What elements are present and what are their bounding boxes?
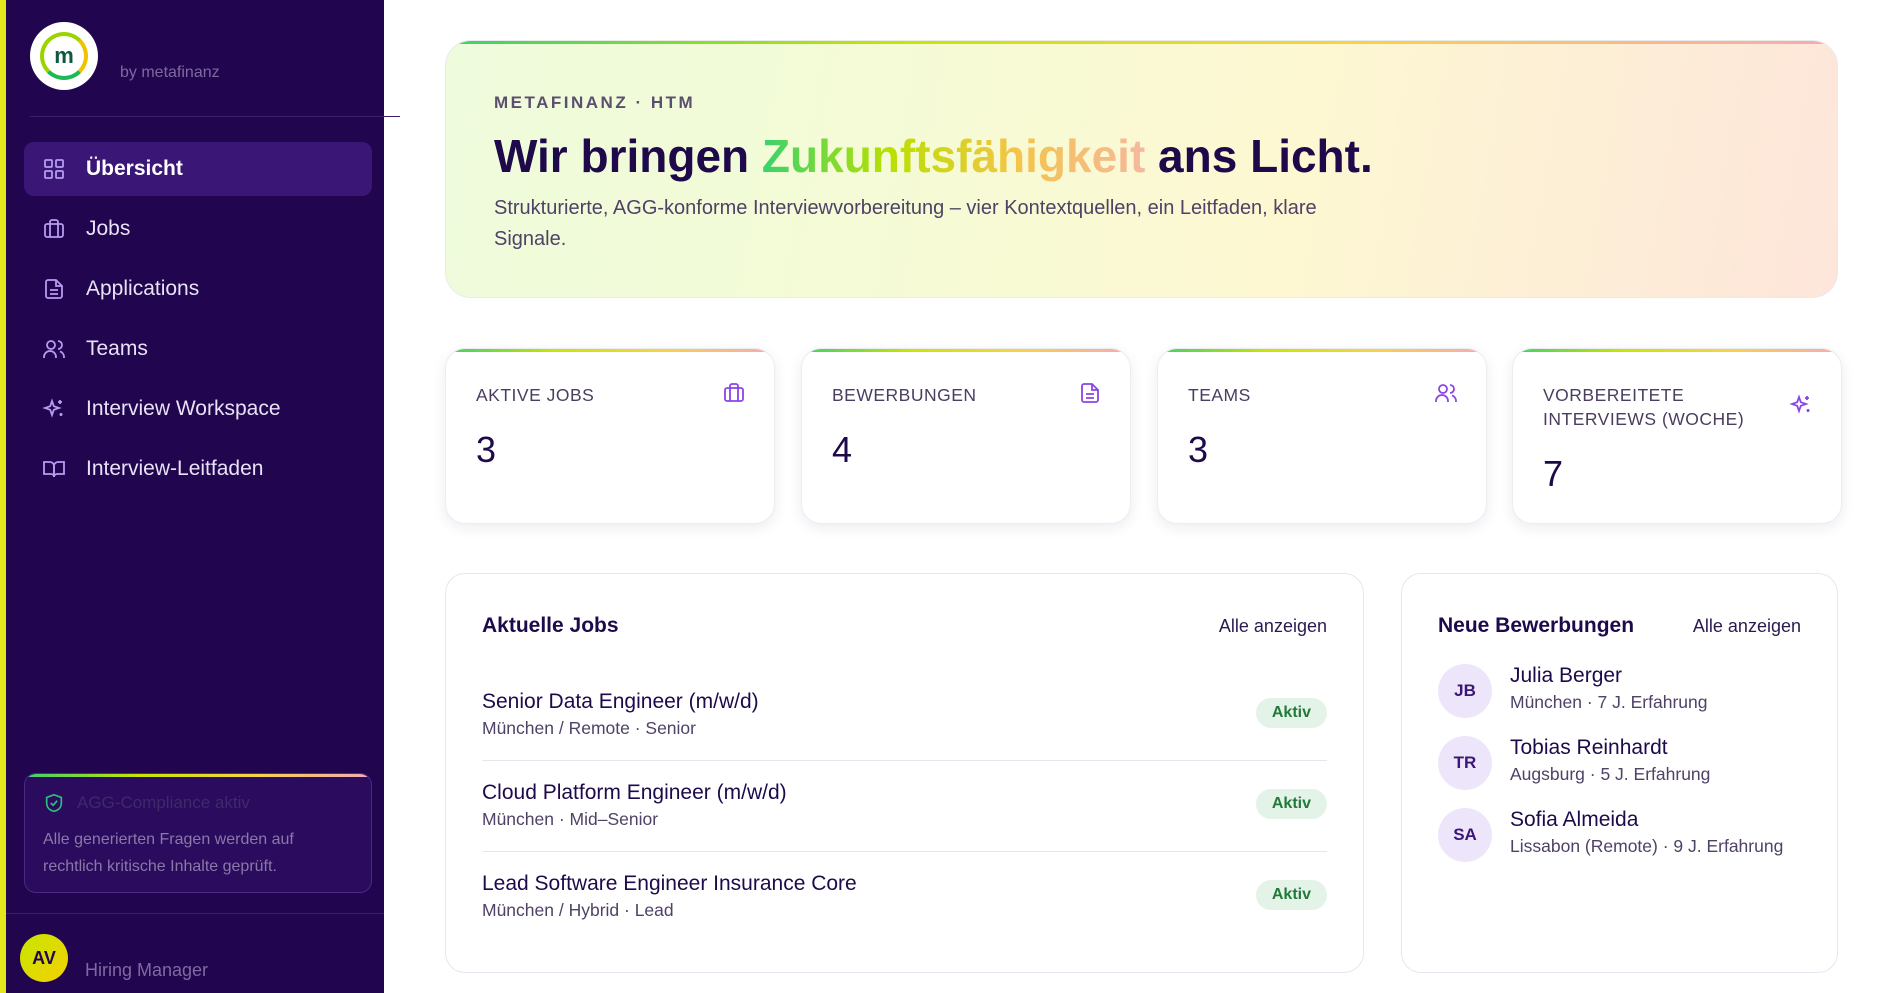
stat-value: 3 (1188, 429, 1209, 470)
list-item[interactable]: JB Julia Berger München · 7 J. Erfahrung (1438, 664, 1801, 724)
sidebar-item-applications[interactable]: Applications (24, 262, 372, 316)
sidebar-item-label: Interview-Leitfaden (86, 457, 264, 480)
sidebar-item-label: Interview Workspace (86, 397, 281, 420)
logo[interactable]: m (30, 22, 98, 90)
brand-subtitle: by metafinanz (120, 64, 220, 81)
sidebar-item-label: Teams (86, 337, 148, 360)
document-icon (1078, 381, 1102, 405)
sidebar-item-jobs[interactable]: Jobs (24, 202, 372, 256)
job-meta: München · Mid–Senior (482, 809, 659, 829)
applicant-meta: Augsburg · 5 J. Erfahrung (1510, 764, 1711, 784)
sidebar-item-label: Übersicht (86, 157, 183, 180)
status-badge: Aktiv (1255, 880, 1327, 910)
users-icon (1434, 381, 1458, 405)
avatar[interactable]: AV (20, 934, 68, 982)
briefcase-icon (722, 381, 746, 405)
applicant-name: Tobias Reinhardt (1510, 736, 1668, 759)
stat-card-vorbereitete-interviews[interactable]: VORBEREITETE INTERVIEWS (WOCHE) 7 (1512, 348, 1842, 524)
briefcase-icon (42, 217, 66, 241)
job-row[interactable]: Senior Data Engineer (m/w/d) München / R… (482, 670, 1327, 761)
panel-title: Aktuelle Jobs (482, 614, 619, 637)
stat-value: 7 (1543, 453, 1564, 494)
logo-mark: m (40, 32, 88, 80)
applicant-meta: Lissabon (Remote) · 9 J. Erfahrung (1510, 836, 1784, 856)
status-badge: Aktiv (1255, 698, 1327, 728)
main-nav: Übersicht Jobs Applications Teams Interv… (24, 142, 372, 502)
list-item[interactable]: SA Sofia Almeida Lissabon (Remote) · 9 J… (1438, 808, 1801, 868)
applicant-name: Julia Berger (1510, 664, 1623, 687)
applications-panel: Neue Bewerbungen Alle anzeigen JB Julia … (1401, 573, 1838, 973)
applicant-meta: München · 7 J. Erfahrung (1510, 692, 1708, 712)
applicant-name: Sofia Almeida (1510, 808, 1639, 831)
sparkles-icon (1789, 393, 1813, 417)
job-meta: München / Remote · Senior (482, 718, 696, 738)
show-all-jobs-link[interactable]: Alle anzeigen (1219, 616, 1327, 637)
job-title: Lead Software Engineer Insurance Core (482, 872, 857, 895)
sidebar-item-label: Applications (86, 277, 200, 300)
sidebar-item-uebersicht[interactable]: Übersicht (24, 142, 372, 196)
job-row[interactable]: Cloud Platform Engineer (m/w/d) München … (482, 761, 1327, 852)
compliance-title: AGG-Compliance aktiv (77, 793, 250, 812)
stat-label: TEAMS (1188, 385, 1251, 405)
page-title: Wir bringen Zukunftsfähigkeit ans Licht. (494, 129, 1373, 183)
title-post: ans Licht. (1145, 130, 1373, 182)
stat-label: VORBEREITETE INTERVIEWS (WOCHE) (1543, 385, 1745, 429)
sidebar-item-label: Jobs (86, 217, 131, 240)
sidebar-item-interview-workspace[interactable]: Interview Workspace (24, 382, 372, 436)
stat-card-bewerbungen[interactable]: BEWERBUNGEN 4 (801, 348, 1131, 524)
user-role: Hiring Manager (85, 960, 209, 980)
compliance-notice: AGG-Compliance aktiv Alle generierten Fr… (24, 773, 372, 893)
avatar: SA (1438, 808, 1492, 862)
stat-card-aktive-jobs[interactable]: AKTIVE JOBS 3 (445, 348, 775, 524)
title-pre: Wir bringen (494, 130, 762, 182)
hero-banner: METAFINANZ · HTM Wir bringen Zukunftsfäh… (445, 40, 1838, 298)
grid-icon (42, 157, 66, 181)
compliance-header: AGG-Compliance aktiv (43, 792, 250, 814)
stat-label: BEWERBUNGEN (832, 385, 977, 405)
shield-check-icon (45, 793, 63, 813)
users-icon (42, 337, 66, 361)
title-highlight: Zukunftsfähigkeit (761, 130, 1146, 182)
stat-card-teams[interactable]: TEAMS 3 (1157, 348, 1487, 524)
avatar: JB (1438, 664, 1492, 718)
show-all-applications-link[interactable]: Alle anzeigen (1693, 616, 1801, 637)
status-badge: Aktiv (1255, 789, 1327, 819)
list-item[interactable]: TR Tobias Reinhardt Augsburg · 5 J. Erfa… (1438, 736, 1801, 796)
sidebar: m by metafinanz Übersicht Jobs Applicati… (0, 0, 400, 993)
document-icon (42, 277, 66, 301)
stat-value: 3 (476, 429, 497, 470)
hero-eyebrow: METAFINANZ · HTM (494, 93, 696, 112)
jobs-panel: Aktuelle Jobs Alle anzeigen Senior Data … (445, 573, 1364, 973)
sidebar-item-interview-leitfaden[interactable]: Interview-Leitfaden (24, 442, 372, 496)
panel-title: Neue Bewerbungen (1438, 614, 1635, 637)
sidebar-item-teams[interactable]: Teams (24, 322, 372, 376)
sparkles-icon (42, 397, 66, 421)
stat-value: 4 (832, 429, 853, 470)
stat-label: AKTIVE JOBS (476, 385, 595, 405)
compliance-text: Alle generierten Fragen werden auf recht… (43, 831, 294, 875)
hero-description: Strukturierte, AGG-konforme Interviewvor… (494, 197, 1317, 250)
book-open-icon (42, 457, 66, 481)
avatar: TR (1438, 736, 1492, 790)
job-title: Senior Data Engineer (m/w/d) (482, 690, 759, 713)
brand: m by metafinanz (30, 22, 400, 117)
job-meta: München / Hybrid · Lead (482, 900, 674, 920)
job-title: Cloud Platform Engineer (m/w/d) (482, 781, 787, 804)
job-row[interactable]: Lead Software Engineer Insurance Core Mü… (482, 852, 1327, 943)
user-profile[interactable]: AV Hiring Manager (6, 913, 384, 993)
